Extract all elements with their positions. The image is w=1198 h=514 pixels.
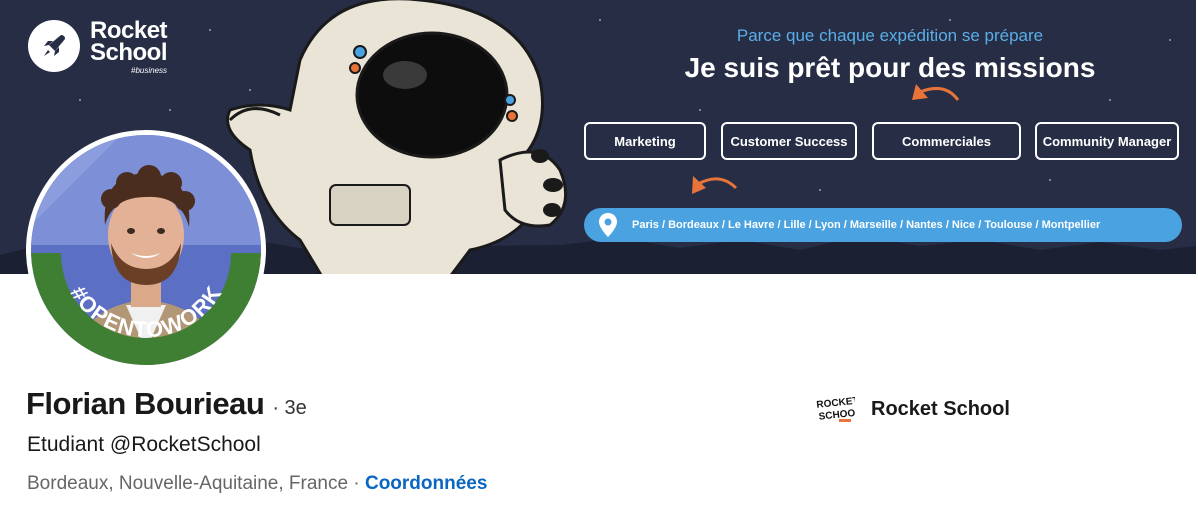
location-separator: · [348,473,365,494]
banner-tagline: Parce que chaque expédition se prépare [736,26,1044,45]
current-company[interactable]: ROCKET SCHOOL Rocket School [815,393,1010,425]
role-commerciales: Commerciales [872,122,1021,160]
profile-headline: Etudiant @RocketSchool [27,433,261,456]
company-name[interactable]: Rocket School [871,398,1010,421]
profile-photo[interactable]: #OPENTOWORK [31,135,261,365]
company-logo: ROCKET SCHOOL [815,393,855,425]
connection-degree: · 3e [272,397,307,419]
profile-location: Bordeaux, Nouvelle-Aquitaine, France [27,473,349,494]
role-marketing: Marketing [584,122,706,160]
cities-list: Paris / Bordeaux / Le Havre / Lille / Ly… [632,219,1101,231]
cities-pill: Paris / Bordeaux / Le Havre / Lille / Ly… [584,208,1182,242]
role-community-manager: Community Manager [1035,122,1179,160]
opentowork-ring: #OPENTOWORK [31,252,261,365]
rocket-icon [28,20,80,72]
profile-name: Florian Bourieau [26,386,265,421]
contact-info-link[interactable]: Coordonnées [365,473,487,494]
profile-name-row: Florian Bourieau · 3e [26,386,307,422]
profile-location-row: Bordeaux, Nouvelle-Aquitaine, France · C… [27,473,487,495]
logo-line-2: School [90,39,168,66]
role-customer-success: Customer Success [721,122,857,160]
logo-subtitle: #business [131,66,168,75]
location-pin-icon [599,213,617,237]
profile-photo-frame[interactable]: #OPENTOWORK [26,130,266,370]
banner-headline: Je suis prêt pour des missions [684,52,1096,83]
astronaut-illustration [226,0,568,274]
rocket-school-logo: Rocket School #business [28,19,168,75]
